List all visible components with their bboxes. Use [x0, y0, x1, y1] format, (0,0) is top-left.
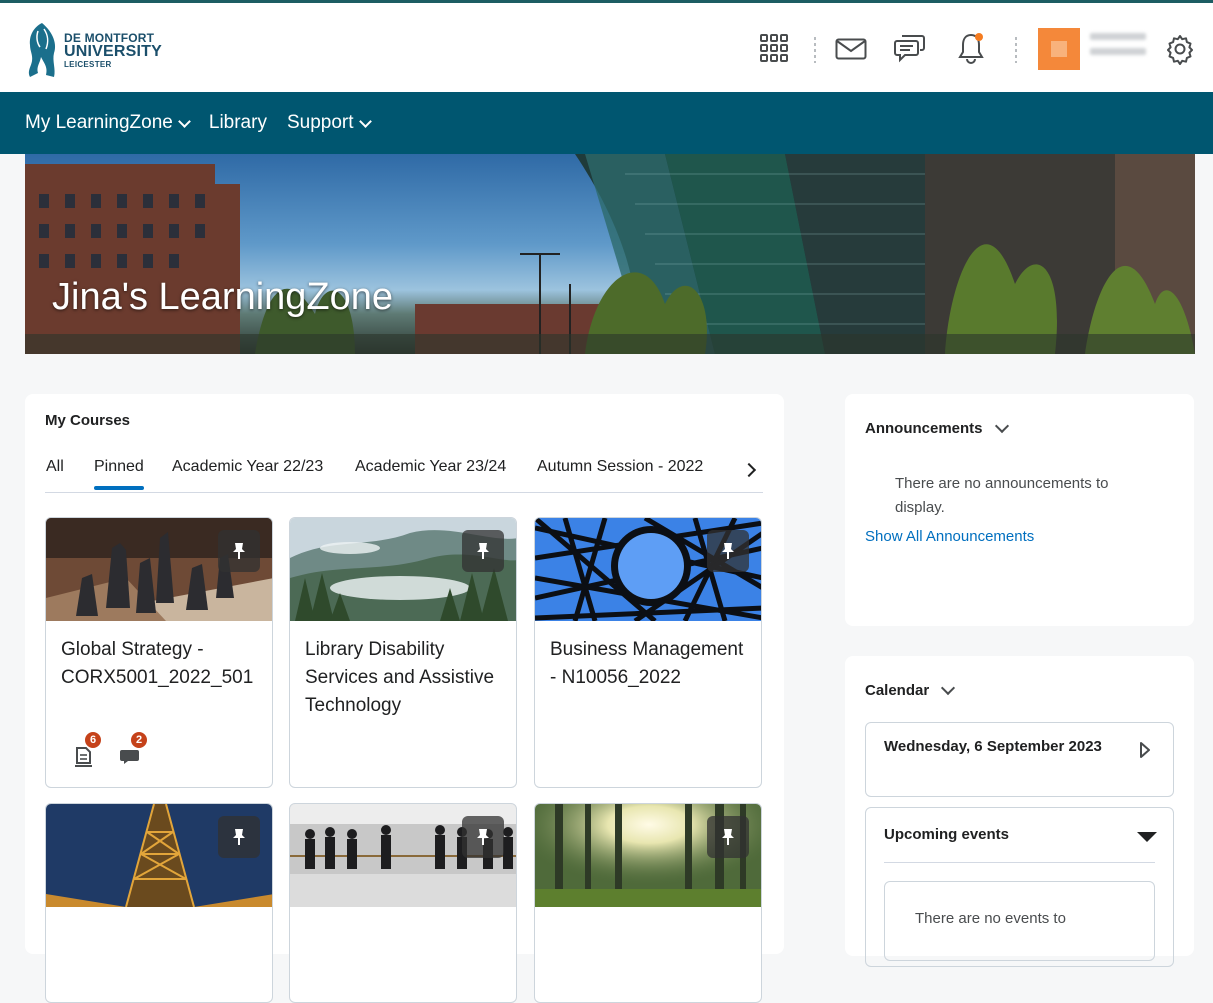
tab-autumn-session-2022[interactable]: Autumn Session - 2022: [537, 458, 703, 476]
announcements-empty-text: There are no announcements to display.: [895, 475, 1109, 516]
logo-line-1: DE MONTFORT: [64, 30, 155, 45]
chevron-down-icon: [178, 114, 191, 128]
course-tile[interactable]: [289, 803, 517, 1003]
my-courses-widget: My Courses All Pinned Academic Year 22/2…: [25, 394, 784, 1003]
mail-button[interactable]: [833, 31, 869, 67]
banner-title: Jina's LearningZone: [52, 276, 394, 318]
calendar-date: Wednesday, 6 September 2023: [884, 738, 1102, 755]
pin-button[interactable]: [462, 530, 504, 572]
chevron-right-icon: [741, 462, 757, 478]
apps-grid-button[interactable]: [756, 30, 792, 66]
mail-icon: [835, 38, 867, 60]
pin-button[interactable]: [707, 816, 749, 858]
nav-library[interactable]: Library: [209, 112, 267, 134]
course-tile[interactable]: [534, 803, 762, 1003]
discussions-indicator[interactable]: 2: [118, 731, 148, 764]
discussions-badge: 2: [130, 731, 148, 749]
calendar-date-selector[interactable]: Wednesday, 6 September 2023: [865, 722, 1174, 797]
pin-icon: [722, 829, 734, 845]
header-separator: [1015, 37, 1017, 63]
pin-icon: [233, 543, 245, 559]
settings-button[interactable]: [1162, 31, 1198, 67]
calendar-title: Calendar: [865, 682, 930, 699]
campus-banner-image: [25, 154, 1195, 354]
show-all-announcements-link[interactable]: Show All Announcements: [865, 528, 1034, 545]
assignments-indicator[interactable]: 6: [72, 731, 102, 767]
tab-all[interactable]: All: [46, 458, 64, 476]
nav-support[interactable]: Support: [287, 112, 372, 134]
logo-line-3: LEICESTER: [64, 59, 112, 69]
pin-icon: [477, 829, 489, 845]
announcements-header[interactable]: Announcements: [865, 418, 1009, 437]
course-title[interactable]: Business Management - N10056_2022: [550, 636, 750, 692]
header-separator: [814, 37, 816, 63]
calendar-header[interactable]: Calendar: [865, 680, 956, 699]
pin-button[interactable]: [218, 530, 260, 572]
nav-my-learningzone[interactable]: My LearningZone: [25, 112, 191, 134]
logo-line-2: UNIVERSITY: [64, 42, 163, 60]
pin-icon: [233, 829, 245, 845]
gear-icon: [1167, 35, 1193, 65]
avatar[interactable]: [1038, 28, 1080, 70]
course-tile[interactable]: Global Strategy - CORX5001_2022_501 6 2: [45, 517, 273, 788]
assignments-badge: 6: [84, 731, 102, 749]
user-name-blurred[interactable]: [1090, 33, 1146, 55]
top-header: DE MONTFORT UNIVERSITY LEICESTER: [0, 0, 1213, 92]
my-courses-heading: My Courses: [45, 412, 131, 429]
announcements-widget: Announcements There are no announcements…: [845, 394, 1194, 626]
chat-icon: [894, 35, 925, 63]
pin-button[interactable]: [218, 816, 260, 858]
apps-grid-icon: [760, 34, 788, 62]
upcoming-events-title[interactable]: Upcoming events: [884, 826, 1009, 843]
announcements-title: Announcements: [865, 420, 983, 437]
course-title[interactable]: Global Strategy - CORX5001_2022_501: [61, 636, 261, 692]
chevron-down-icon: [994, 418, 1009, 434]
notifications-button[interactable]: [953, 30, 989, 66]
upcoming-events-panel: Upcoming events There are no events to: [865, 807, 1174, 967]
homepage-banner: Jina's LearningZone: [25, 154, 1195, 354]
course-tile[interactable]: Library Disability Services and Assistiv…: [289, 517, 517, 788]
chevron-down-icon: [941, 680, 956, 696]
tab-academic-year-22-23[interactable]: Academic Year 22/23: [172, 458, 323, 476]
dmu-logo[interactable]: DE MONTFORT UNIVERSITY LEICESTER: [24, 19, 164, 81]
upcoming-events-list: There are no events to: [884, 881, 1155, 961]
main-navigation: My LearningZone Library Support: [0, 92, 1213, 154]
tabs-scroll-right-button[interactable]: [737, 458, 761, 482]
discussion-icon: [120, 750, 139, 764]
course-tabs: All Pinned Academic Year 22/23 Academic …: [45, 452, 763, 493]
pin-button[interactable]: [707, 530, 749, 572]
course-tile[interactable]: [45, 803, 273, 1003]
divider: [884, 862, 1155, 863]
pin-icon: [477, 543, 489, 559]
pin-button[interactable]: [462, 816, 504, 858]
course-title[interactable]: Library Disability Services and Assistiv…: [305, 636, 505, 720]
assignment-icon: [75, 747, 92, 767]
chevron-down-icon: [358, 114, 372, 128]
course-tile[interactable]: Business Management - N10056_2022: [534, 517, 762, 788]
play-next-icon[interactable]: [1139, 741, 1151, 759]
pin-icon: [722, 543, 734, 559]
chat-button[interactable]: [892, 30, 928, 66]
notification-dot: [975, 33, 983, 41]
lion-crest-icon: [28, 23, 56, 77]
tab-academic-year-23-24[interactable]: Academic Year 23/24: [355, 458, 506, 476]
tab-pinned[interactable]: Pinned: [94, 458, 144, 490]
upcoming-events-empty-text: There are no events to: [915, 910, 1066, 927]
calendar-widget: Calendar Wednesday, 6 September 2023 Upc…: [845, 656, 1194, 967]
caret-down-icon[interactable]: [1137, 832, 1157, 842]
